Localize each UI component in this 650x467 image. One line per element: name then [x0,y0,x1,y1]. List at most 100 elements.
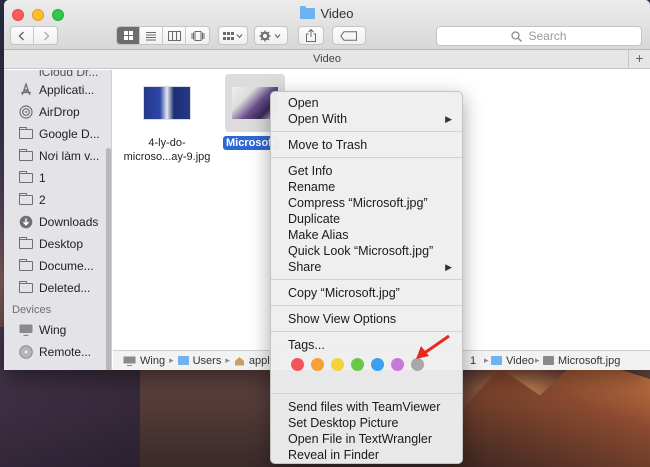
back-button[interactable] [11,27,34,44]
edit-tags-button[interactable] [332,26,366,45]
file-name-line: microso...ay-9.jpg [123,151,211,163]
path-crumb-microsoft-jpg[interactable]: Microsoft.jpg [543,355,620,367]
menu-item-label: Open With [288,112,348,126]
arrange-button-wrap [218,26,248,45]
sidebar-item-label: Remote... [39,345,92,359]
tag-color-1[interactable] [291,357,304,371]
sidebar-item-label: Deleted... [39,281,91,295]
tag-icon [340,30,357,41]
menu-item-quick-look[interactable]: Quick Look “Microsoft.jpg” [271,243,462,259]
path-crumb-label: Wing [140,354,166,367]
computer-icon [19,323,33,337]
tab-title[interactable]: Video [313,53,341,65]
folder-icon [19,193,33,205]
sidebar-item-label: Applicati... [39,83,95,97]
sidebar-item-documents[interactable]: Docume... [4,255,111,277]
submenu-arrow-icon: ▶ [445,262,452,272]
arrange-button[interactable] [218,26,248,45]
sidebar-item-applications[interactable]: Applicati... [4,79,111,101]
context-menu: Open Open With ▶ Move to Trash Get Info … [270,91,463,464]
sidebar-item-noi-lam-viec[interactable]: Nơi làm v... [4,145,111,167]
tag-color-3[interactable] [331,357,344,371]
path-crumb-label: Video [506,354,534,367]
nav-buttons [10,26,58,45]
list-view-icon [146,31,156,40]
tag-color-2[interactable] [311,357,324,371]
folder-icon [19,171,33,183]
menu-item-reveal-in-finder[interactable]: Reveal in Finder [271,447,462,463]
sidebar-item-remote-disc[interactable]: Remote... [4,341,111,363]
column-view-button[interactable] [163,27,186,44]
action-gear-button[interactable] [254,26,288,45]
sidebar-item-deleted[interactable]: Deleted... [4,277,111,299]
path-crumb-users[interactable]: Users [177,355,221,367]
path-crumb-video[interactable]: Video [491,355,534,367]
submenu-arrow-icon: ▶ [445,114,452,124]
view-mode-segment [116,26,210,45]
menu-item-set-desktop-picture[interactable]: Set Desktop Picture [271,415,462,431]
sidebar-item-label: Nơi làm v... [39,149,100,163]
folder-icon [19,237,33,249]
path-separator-icon: ▸ [225,355,230,365]
sidebar-item-wing[interactable]: Wing [4,319,111,341]
folder-icon [300,6,316,19]
cover-flow-icon [191,30,204,41]
menu-item-make-alias[interactable]: Make Alias [271,227,462,243]
search-field[interactable]: Search [436,26,642,46]
menu-item-open-in-textwrangler[interactable]: Open File in TextWrangler [271,431,462,447]
sidebar-item-label: Wing [39,323,67,337]
tag-color-6[interactable] [391,357,404,371]
folder-icon [19,149,33,161]
menu-item-open-with[interactable]: Open With ▶ [271,111,462,127]
path-crumb-wing[interactable]: Wing [123,355,165,367]
path-crumb-1[interactable]: 1 [470,355,476,367]
sidebar-item-desktop[interactable]: Desktop [4,233,111,255]
file-thumbnail [143,86,191,120]
menu-item-copy[interactable]: Copy “Microsoft.jpg” [271,285,462,301]
menu-item-move-to-trash[interactable]: Move to Trash [271,137,462,153]
sidebar-item-label: Desktop [39,237,84,251]
sidebar-item-1[interactable]: 1 [4,167,111,189]
folder-icon [19,127,33,139]
menu-item-label: Share [288,260,322,274]
new-tab-button[interactable]: + [628,50,650,68]
menu-item-duplicate[interactable]: Duplicate [271,211,462,227]
home-icon [234,356,244,365]
tag-color-4[interactable] [351,357,364,371]
sidebar-item-icloud-drive[interactable]: iCloud Dr... [4,70,111,79]
folder-icon [491,356,502,365]
path-separator-icon: ▸ [484,355,489,365]
tag-button-wrap [332,26,366,45]
window-title-label: Video [320,6,354,21]
menu-separator [271,305,462,306]
menu-item-share[interactable]: Share ▶ [271,259,462,275]
menu-item-rename[interactable]: Rename [271,179,462,195]
sidebar-item-label: 2 [39,193,46,207]
menu-separator [271,131,462,132]
list-view-button[interactable] [140,27,163,44]
menu-item-show-view-options[interactable]: Show View Options [271,311,462,327]
menu-item-open[interactable]: Open [271,95,462,111]
sidebar-item-airdrop[interactable]: AirDrop [4,101,111,123]
path-separator-icon: ▸ [169,355,174,365]
file-name-line: 4-ly-do- [148,137,186,149]
menu-item-send-teamviewer[interactable]: Send files with TeamViewer [271,399,462,415]
sidebar-item-label: AirDrop [39,105,80,119]
path-crumb-label: 1 [470,354,477,367]
file-item[interactable]: 4-ly-do- microso...ay-9.jpg [119,86,215,164]
sidebar-item-downloads[interactable]: Downloads [4,211,111,233]
tag-color-5[interactable] [371,357,384,371]
cover-flow-button[interactable] [186,27,209,44]
gear-icon [259,30,281,41]
menu-item-get-info[interactable]: Get Info [271,163,462,179]
sidebar-item-google-drive[interactable]: Google D... [4,123,111,145]
chevron-right-icon [43,30,50,41]
icon-view-button[interactable] [117,27,140,44]
share-button[interactable] [298,26,324,45]
menu-item-compress[interactable]: Compress “Microsoft.jpg” [271,195,462,211]
sidebar-scrollbar[interactable] [106,148,111,370]
forward-button[interactable] [34,27,57,44]
titlebar: Video Search [4,0,650,50]
sidebar-item-2[interactable]: 2 [4,189,111,211]
window-title: Video [4,6,650,21]
